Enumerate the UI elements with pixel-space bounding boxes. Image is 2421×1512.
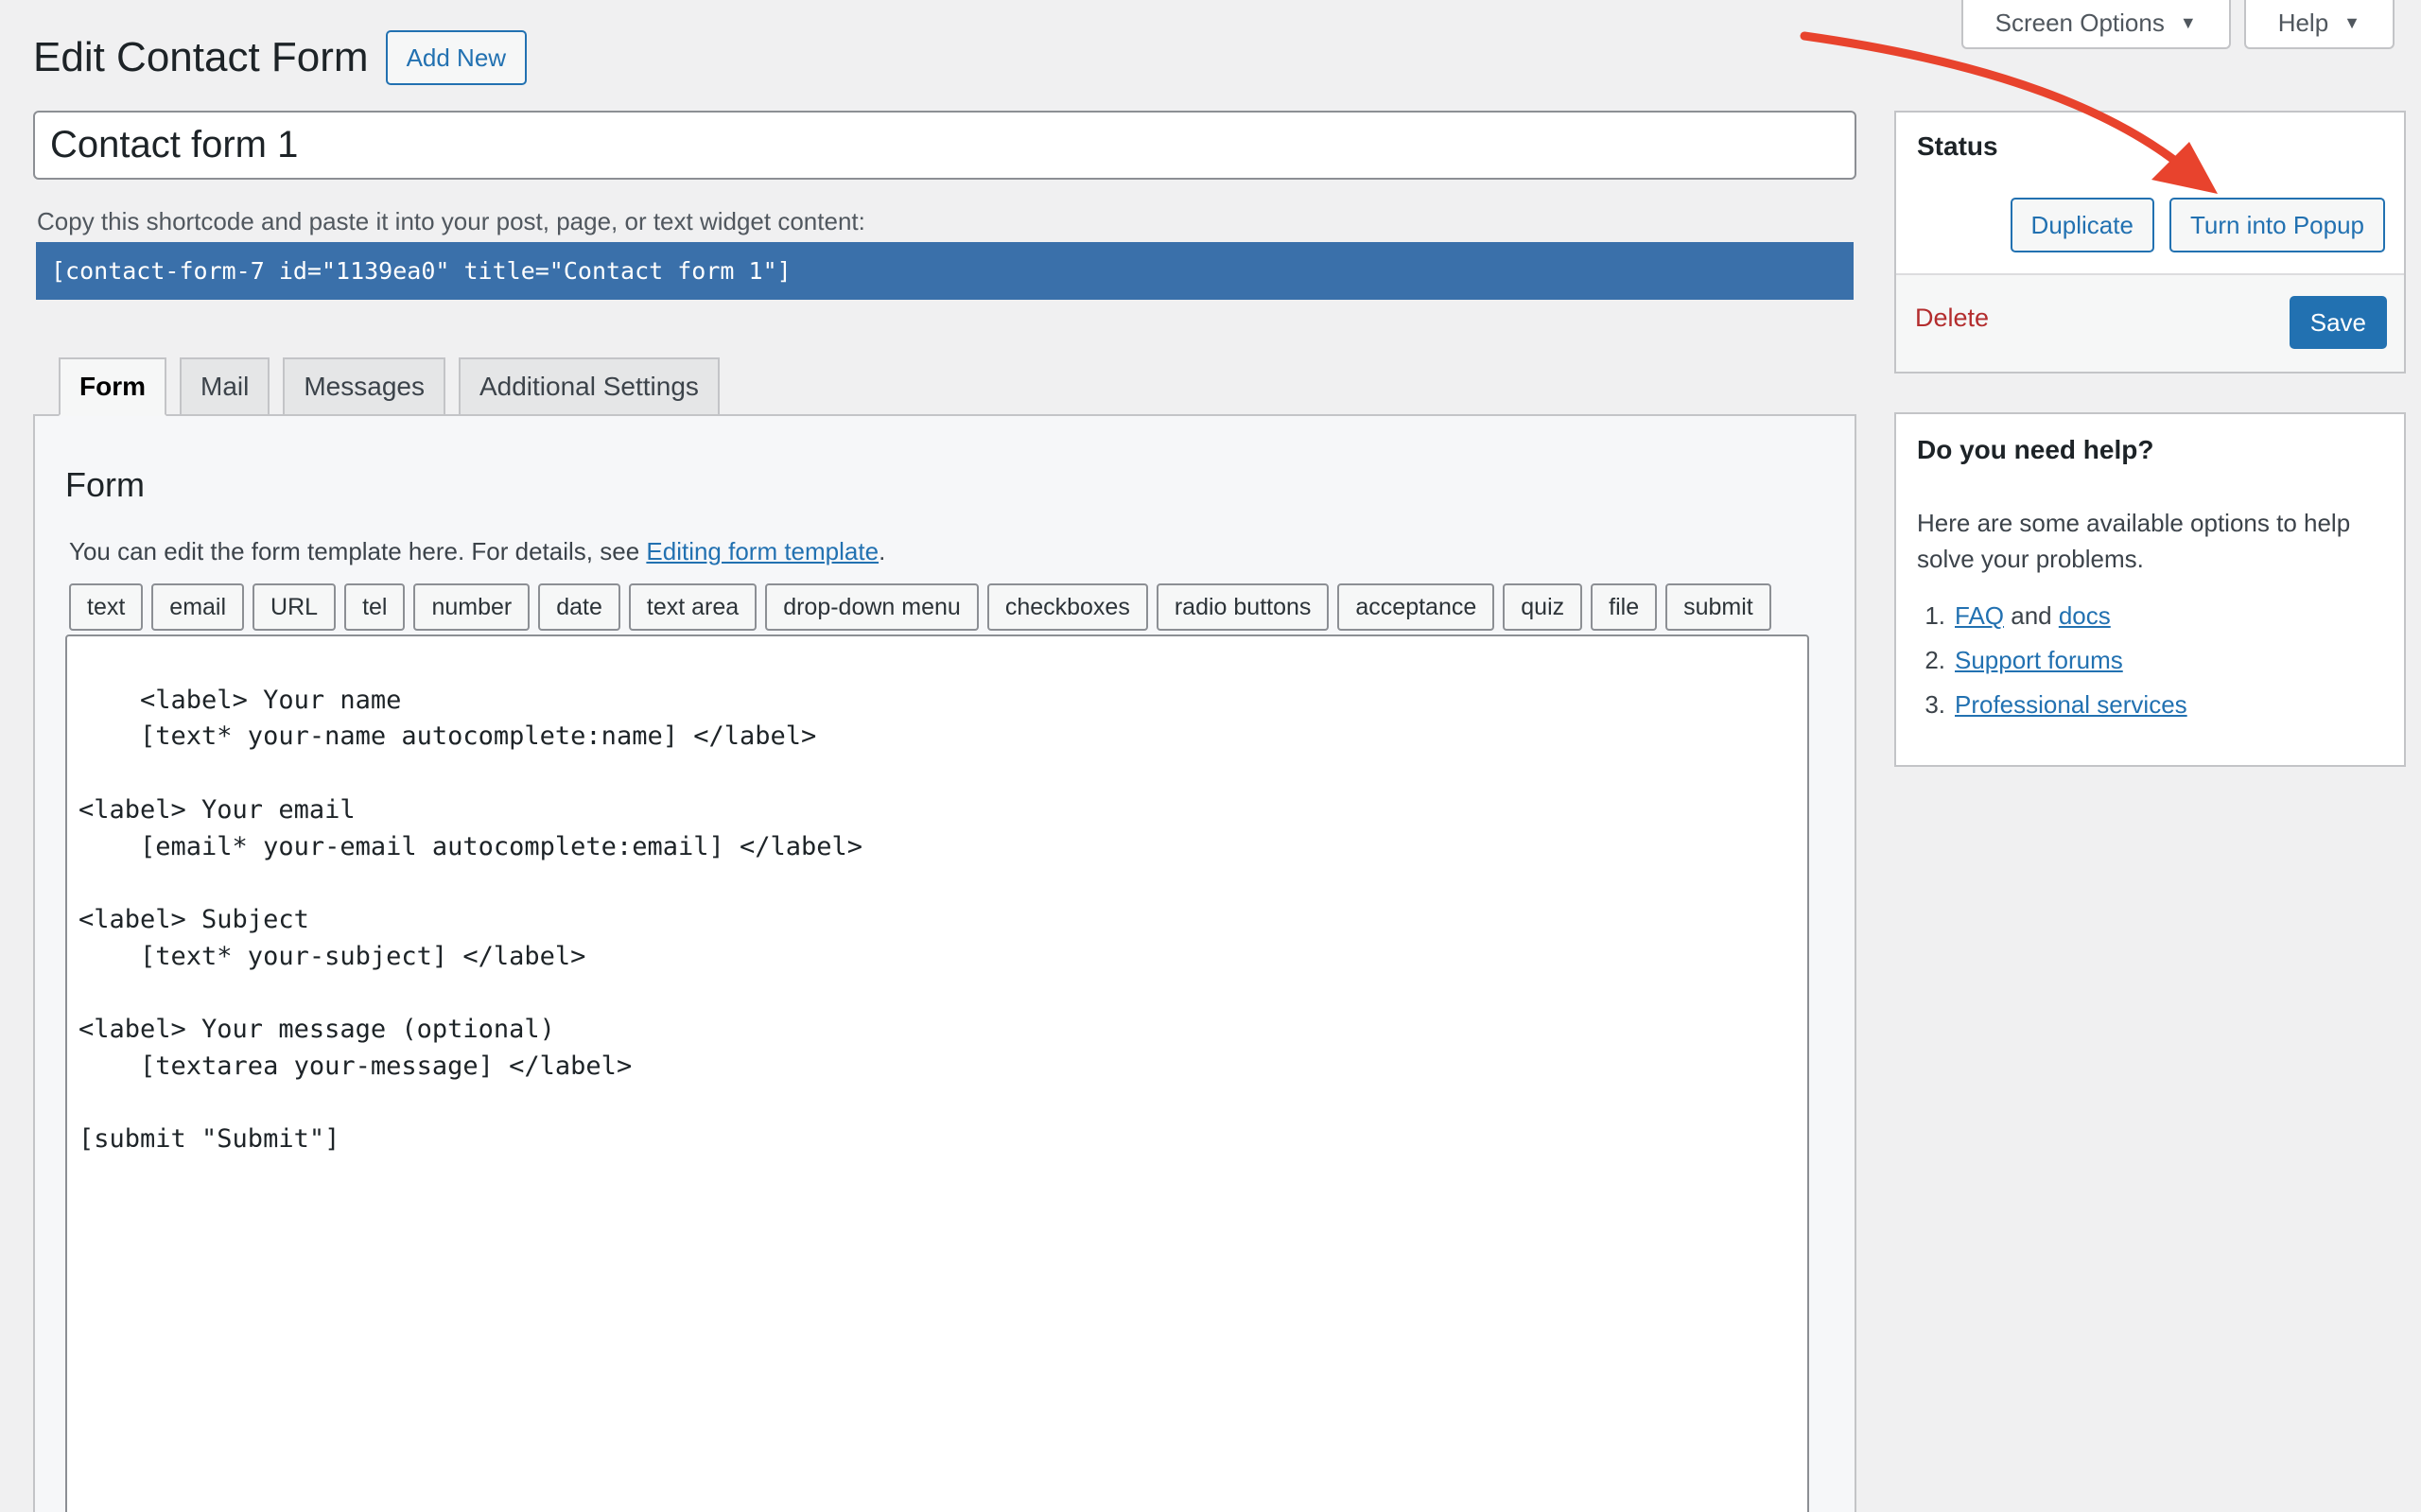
- professional-services-link[interactable]: Professional services: [1955, 683, 2187, 727]
- turn-into-popup-button[interactable]: Turn into Popup: [2168, 198, 2385, 252]
- list-item: 2. Support forums: [1917, 638, 2187, 683]
- status-box: Status Duplicate Turn into Popup Delete …: [1894, 111, 2406, 374]
- tab-mail[interactable]: Mail: [180, 357, 270, 414]
- editor-content: <label> Your name [text* your-name autoc…: [78, 685, 863, 1155]
- and-text: and: [2004, 601, 2059, 630]
- tag-generator-buttons: text email URL tel number date text area…: [69, 583, 1771, 631]
- add-new-button[interactable]: Add New: [385, 30, 528, 85]
- status-footer: Delete Save: [1896, 273, 2404, 372]
- form-template-editor[interactable]: <label> Your name [text* your-name autoc…: [65, 634, 1809, 1512]
- delete-link[interactable]: Delete: [1915, 304, 1989, 333]
- tag-button-submit[interactable]: submit: [1665, 583, 1771, 631]
- tab-form[interactable]: Form: [59, 357, 166, 416]
- shortcode-field[interactable]: [contact-form-7 id="1139ea0" title="Cont…: [36, 242, 1854, 300]
- help-title: Do you need help?: [1917, 435, 2154, 464]
- help-label: Help: [2277, 8, 2329, 37]
- list-number: 2.: [1925, 646, 1945, 674]
- tab-messages[interactable]: Messages: [283, 357, 445, 414]
- tag-button-radio[interactable]: radio buttons: [1156, 583, 1330, 631]
- tag-button-checkboxes[interactable]: checkboxes: [986, 583, 1148, 631]
- help-button[interactable]: Help ▼: [2243, 0, 2395, 49]
- list-item: 3. Professional services: [1917, 683, 2187, 727]
- panel-desc-suffix: .: [879, 537, 886, 565]
- tag-button-file[interactable]: file: [1591, 583, 1658, 631]
- editing-form-template-link[interactable]: Editing form template: [646, 537, 879, 565]
- editor-tabs: Form Mail Messages Additional Settings: [59, 357, 720, 416]
- tab-additional-settings[interactable]: Additional Settings: [458, 357, 720, 414]
- tag-button-email[interactable]: email: [151, 583, 245, 631]
- status-actions: Duplicate Turn into Popup: [2010, 198, 2385, 252]
- triangle-down-icon: ▼: [2343, 12, 2360, 32]
- screen-options-label: Screen Options: [1994, 8, 2165, 37]
- page-header: Edit Contact Form Add New: [33, 30, 528, 85]
- tag-button-textarea[interactable]: text area: [628, 583, 758, 631]
- tag-button-acceptance[interactable]: acceptance: [1337, 583, 1495, 631]
- help-box: Do you need help? Here are some availabl…: [1894, 412, 2406, 767]
- list-number: 1.: [1925, 601, 1945, 630]
- tag-button-dropdown[interactable]: drop-down menu: [765, 583, 979, 631]
- duplicate-button[interactable]: Duplicate: [2010, 198, 2154, 252]
- tag-button-date[interactable]: date: [538, 583, 620, 631]
- faq-link[interactable]: FAQ: [1955, 601, 2004, 630]
- status-title: Status: [1917, 131, 1998, 161]
- docs-link[interactable]: docs: [2059, 601, 2111, 630]
- shortcode-hint: Copy this shortcode and paste it into yo…: [37, 207, 865, 235]
- tag-button-text[interactable]: text: [69, 583, 144, 631]
- page-title: Edit Contact Form: [33, 34, 369, 80]
- form-panel: Form You can edit the form template here…: [33, 414, 1856, 1512]
- triangle-down-icon: ▼: [2179, 12, 2197, 32]
- help-intro: Here are some available options to help …: [1917, 509, 2351, 573]
- tag-button-url[interactable]: URL: [253, 583, 337, 631]
- help-list: 1. FAQ and docs 2. Support forums 3. Pro…: [1917, 594, 2187, 727]
- list-item: 1. FAQ and docs: [1917, 594, 2187, 638]
- panel-description: You can edit the form template here. For…: [69, 537, 885, 566]
- panel-heading: Form: [65, 465, 145, 504]
- screen-options-button[interactable]: Screen Options ▼: [1960, 0, 2231, 49]
- screen-meta: Screen Options ▼ Help ▼: [1960, 0, 2395, 49]
- tag-button-quiz[interactable]: quiz: [1503, 583, 1583, 631]
- form-title-input[interactable]: Contact form 1: [33, 111, 1856, 180]
- list-number: 3.: [1925, 690, 1945, 719]
- save-button[interactable]: Save: [2289, 296, 2387, 349]
- panel-desc-prefix: You can edit the form template here. For…: [69, 537, 647, 565]
- support-forums-link[interactable]: Support forums: [1955, 638, 2123, 683]
- tag-button-tel[interactable]: tel: [344, 583, 406, 631]
- tag-button-number[interactable]: number: [413, 583, 531, 631]
